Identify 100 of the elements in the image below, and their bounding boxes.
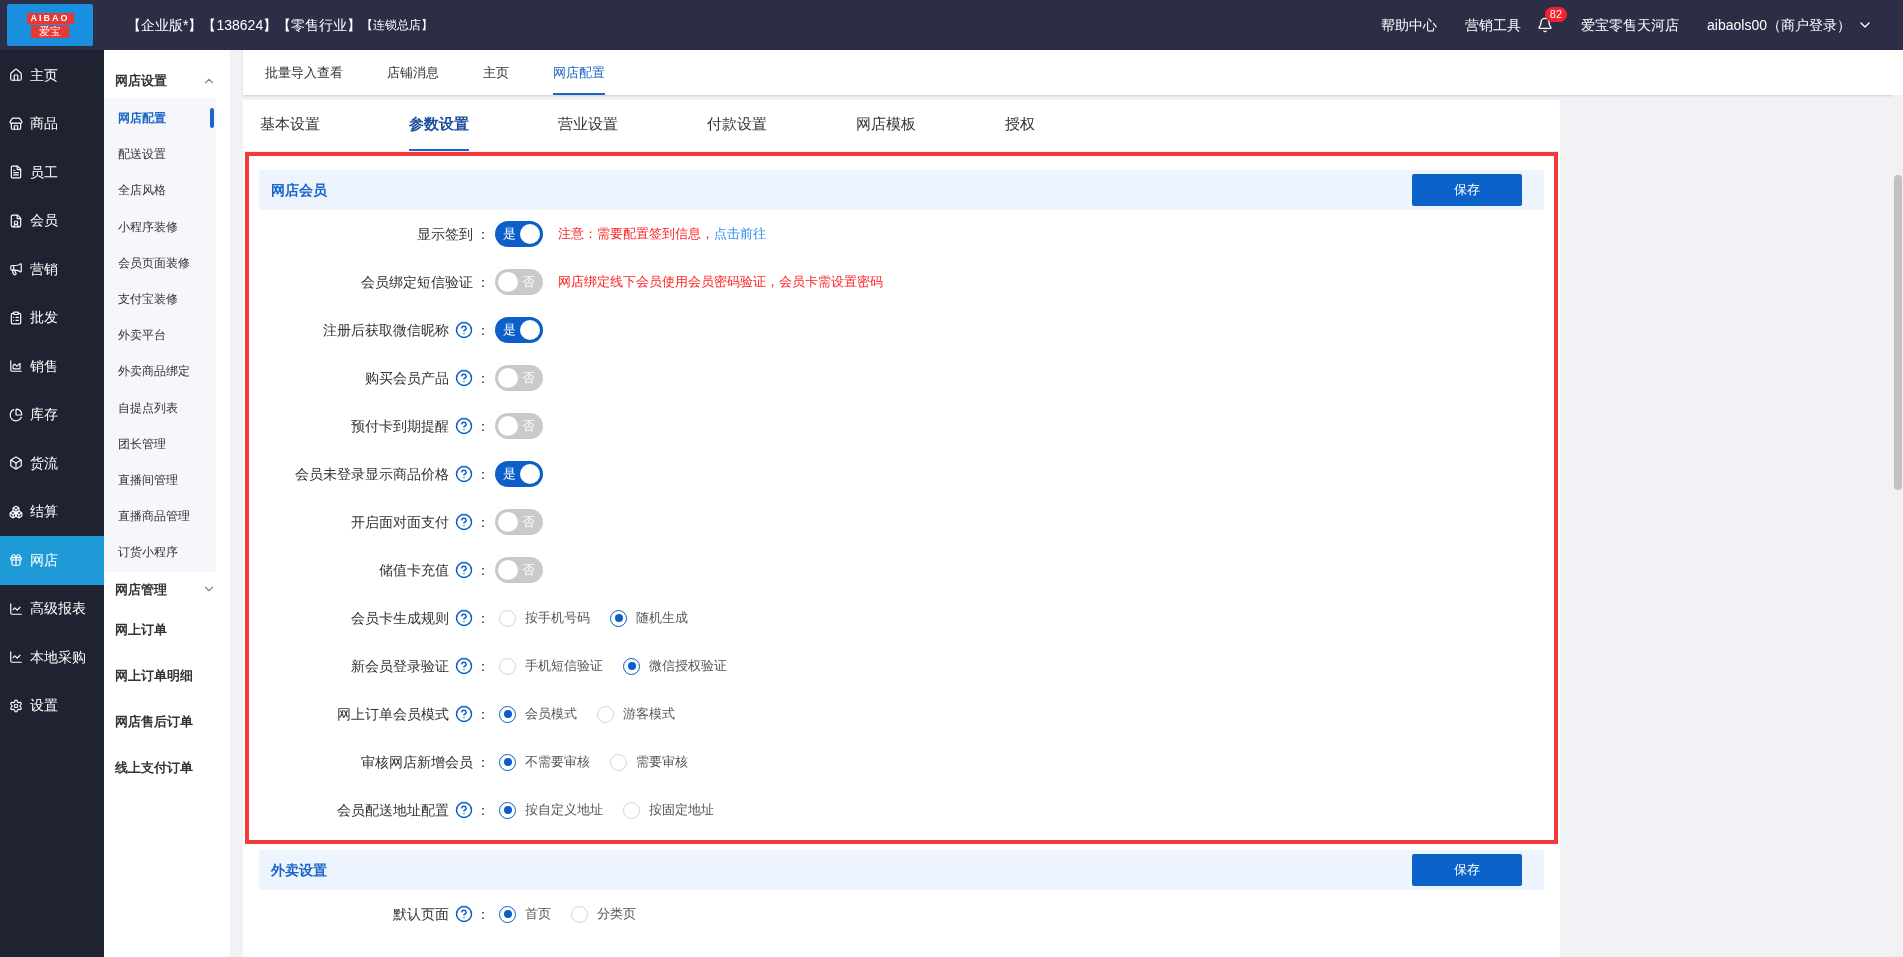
- radio-option[interactable]: 手机短信验证: [499, 656, 603, 676]
- cube-icon: [9, 504, 23, 519]
- label-colon: ：: [476, 904, 490, 924]
- radio-option[interactable]: 按固定地址: [623, 800, 714, 820]
- submenu-item[interactable]: 全店风格: [104, 172, 216, 209]
- field-label: 审核网店新增会员: [361, 752, 473, 772]
- nav-item[interactable]: 结算: [0, 487, 104, 536]
- nav-item[interactable]: 库存: [0, 390, 104, 439]
- toggle-switch[interactable]: 是: [495, 221, 543, 247]
- submenu-item[interactable]: 直播间管理: [104, 461, 216, 499]
- help-icon[interactable]: [455, 561, 473, 579]
- submenu-item[interactable]: 网店配置: [104, 100, 216, 137]
- area-chart-icon: [9, 359, 23, 374]
- field-label: 储值卡充值: [379, 560, 449, 580]
- toggle-switch[interactable]: 是: [495, 461, 543, 487]
- radio-option[interactable]: 首页: [499, 904, 551, 924]
- field-label: 购买会员产品: [365, 368, 449, 388]
- toggle-switch[interactable]: 是: [495, 317, 543, 343]
- radio-option[interactable]: 游客模式: [597, 704, 675, 724]
- header-tag: 【连锁总店】: [361, 16, 434, 34]
- save-button[interactable]: 保存: [1412, 174, 1522, 206]
- notification-badge: 82: [1544, 7, 1568, 22]
- note-link[interactable]: 点击前往: [714, 226, 766, 242]
- radio-option[interactable]: 微信授权验证: [623, 656, 727, 676]
- nav-item[interactable]: 商品: [0, 99, 104, 148]
- home-icon: [9, 68, 23, 83]
- label-colon: ：: [476, 320, 490, 340]
- nav-item[interactable]: 高级报表: [0, 584, 104, 633]
- help-icon[interactable]: [455, 705, 473, 723]
- nav-item[interactable]: 设置: [0, 681, 104, 730]
- submenu-item[interactable]: 支付宝装修: [104, 280, 216, 318]
- help-icon[interactable]: [455, 513, 473, 531]
- line-chart-icon: [9, 601, 23, 616]
- header-link[interactable]: 帮助中心: [1381, 14, 1438, 36]
- submenu-item[interactable]: 外卖平台: [104, 317, 216, 354]
- page-tab[interactable]: 主页: [483, 62, 509, 95]
- header-link[interactable]: 营销工具: [1465, 14, 1522, 36]
- user-name[interactable]: aibaols00（商户登录）: [1707, 14, 1851, 36]
- label-colon: ：: [476, 704, 490, 724]
- submenu-link[interactable]: 网上订单明细: [104, 652, 230, 699]
- bell-icon[interactable]: [1537, 17, 1554, 33]
- submenu-group[interactable]: 网店管理: [104, 572, 230, 607]
- submenu-item[interactable]: 配送设置: [104, 136, 216, 173]
- settings-tab[interactable]: 付款设置: [707, 100, 767, 151]
- label-colon: ：: [476, 272, 490, 292]
- save-button[interactable]: 保存: [1412, 854, 1522, 886]
- nav-item[interactable]: 营销: [0, 245, 104, 294]
- submenu-link[interactable]: 网上订单: [104, 606, 230, 653]
- header-tag: 【企业版*】: [127, 14, 203, 36]
- gift-icon: [9, 553, 23, 568]
- radio-option[interactable]: 按手机号码: [499, 608, 590, 628]
- nav-item[interactable]: 会员: [0, 196, 104, 245]
- help-icon[interactable]: [455, 465, 473, 483]
- submenu-item[interactable]: 会员页面装修: [104, 244, 216, 281]
- nav-item[interactable]: 员工: [0, 148, 104, 197]
- settings-tab[interactable]: 网店模板: [856, 100, 916, 151]
- help-icon[interactable]: [455, 609, 473, 627]
- submenu-item[interactable]: 直播商品管理: [104, 498, 216, 535]
- note-text: 注意：需要配置签到信息，点击前往: [558, 225, 766, 244]
- radio-option[interactable]: 需要审核: [610, 752, 688, 772]
- radio-option[interactable]: 会员模式: [499, 704, 577, 724]
- submenu-item[interactable]: 团长管理: [104, 425, 216, 462]
- field-label: 开启面对面支付: [351, 512, 449, 532]
- help-icon[interactable]: [455, 657, 473, 675]
- field-label: 默认页面: [393, 904, 449, 924]
- submenu-link[interactable]: 网店售后订单: [104, 698, 230, 745]
- submenu-group[interactable]: 网店设置: [104, 64, 230, 98]
- note-text: 网店绑定线下会员使用会员密码验证，会员卡需设置密码: [558, 273, 883, 292]
- settings-tab[interactable]: 基本设置: [260, 100, 320, 151]
- list-icon: [9, 310, 23, 325]
- settings-tab[interactable]: 授权: [1005, 100, 1035, 151]
- help-icon[interactable]: [455, 905, 473, 923]
- help-icon[interactable]: [455, 369, 473, 387]
- help-icon[interactable]: [455, 801, 473, 819]
- field-label: 会员卡生成规则: [351, 608, 449, 628]
- radio-option[interactable]: 不需要审核: [499, 752, 590, 772]
- field-label: 注册后获取微信昵称: [323, 320, 449, 340]
- nav-item[interactable]: 批发: [0, 293, 104, 342]
- submenu-item[interactable]: 订货小程序: [104, 534, 216, 571]
- submenu-item[interactable]: 自提点列表: [104, 389, 216, 426]
- nav-item[interactable]: 主页: [0, 51, 104, 100]
- nav-item[interactable]: 货流: [0, 439, 104, 488]
- radio-option[interactable]: 分类页: [571, 904, 636, 924]
- page-tab[interactable]: 批量导入查看: [265, 62, 343, 95]
- page-tab[interactable]: 店铺消息: [387, 62, 439, 95]
- nav-item[interactable]: 本地采购: [0, 633, 104, 682]
- page-tab[interactable]: 网店配置: [553, 62, 605, 95]
- settings-tab[interactable]: 营业设置: [558, 100, 618, 151]
- submenu-item[interactable]: 外卖商品绑定: [104, 353, 216, 390]
- radio-option[interactable]: 随机生成: [610, 608, 688, 628]
- help-icon[interactable]: [455, 321, 473, 339]
- field-label: 显示签到: [417, 224, 473, 244]
- logo[interactable]: AIBAO 爱宝: [7, 4, 93, 46]
- radio-option[interactable]: 按自定义地址: [499, 800, 603, 820]
- submenu-link[interactable]: 线上支付订单: [104, 744, 230, 791]
- help-icon[interactable]: [455, 417, 473, 435]
- submenu-item[interactable]: 小程序装修: [104, 208, 216, 245]
- nav-item[interactable]: 销售: [0, 342, 104, 391]
- scrollbar[interactable]: [1893, 95, 1903, 957]
- settings-tab[interactable]: 参数设置: [409, 100, 469, 151]
